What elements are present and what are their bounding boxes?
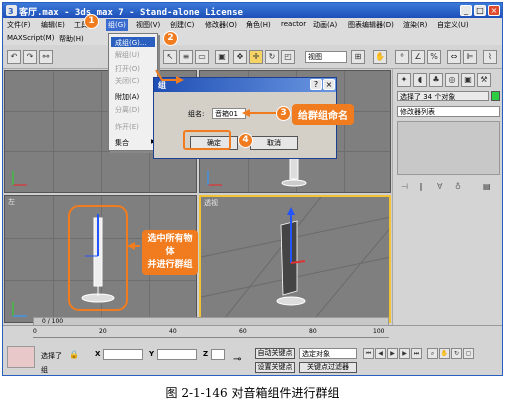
figure-caption: 图 2-1-146 对音箱组件进行群组 [165,386,340,400]
annotation-arrows [127,69,276,250]
callout-name-group: 给群组命名 [292,104,354,125]
callout-select-and-group: 选中所有物体 并进行群组 [142,230,198,275]
